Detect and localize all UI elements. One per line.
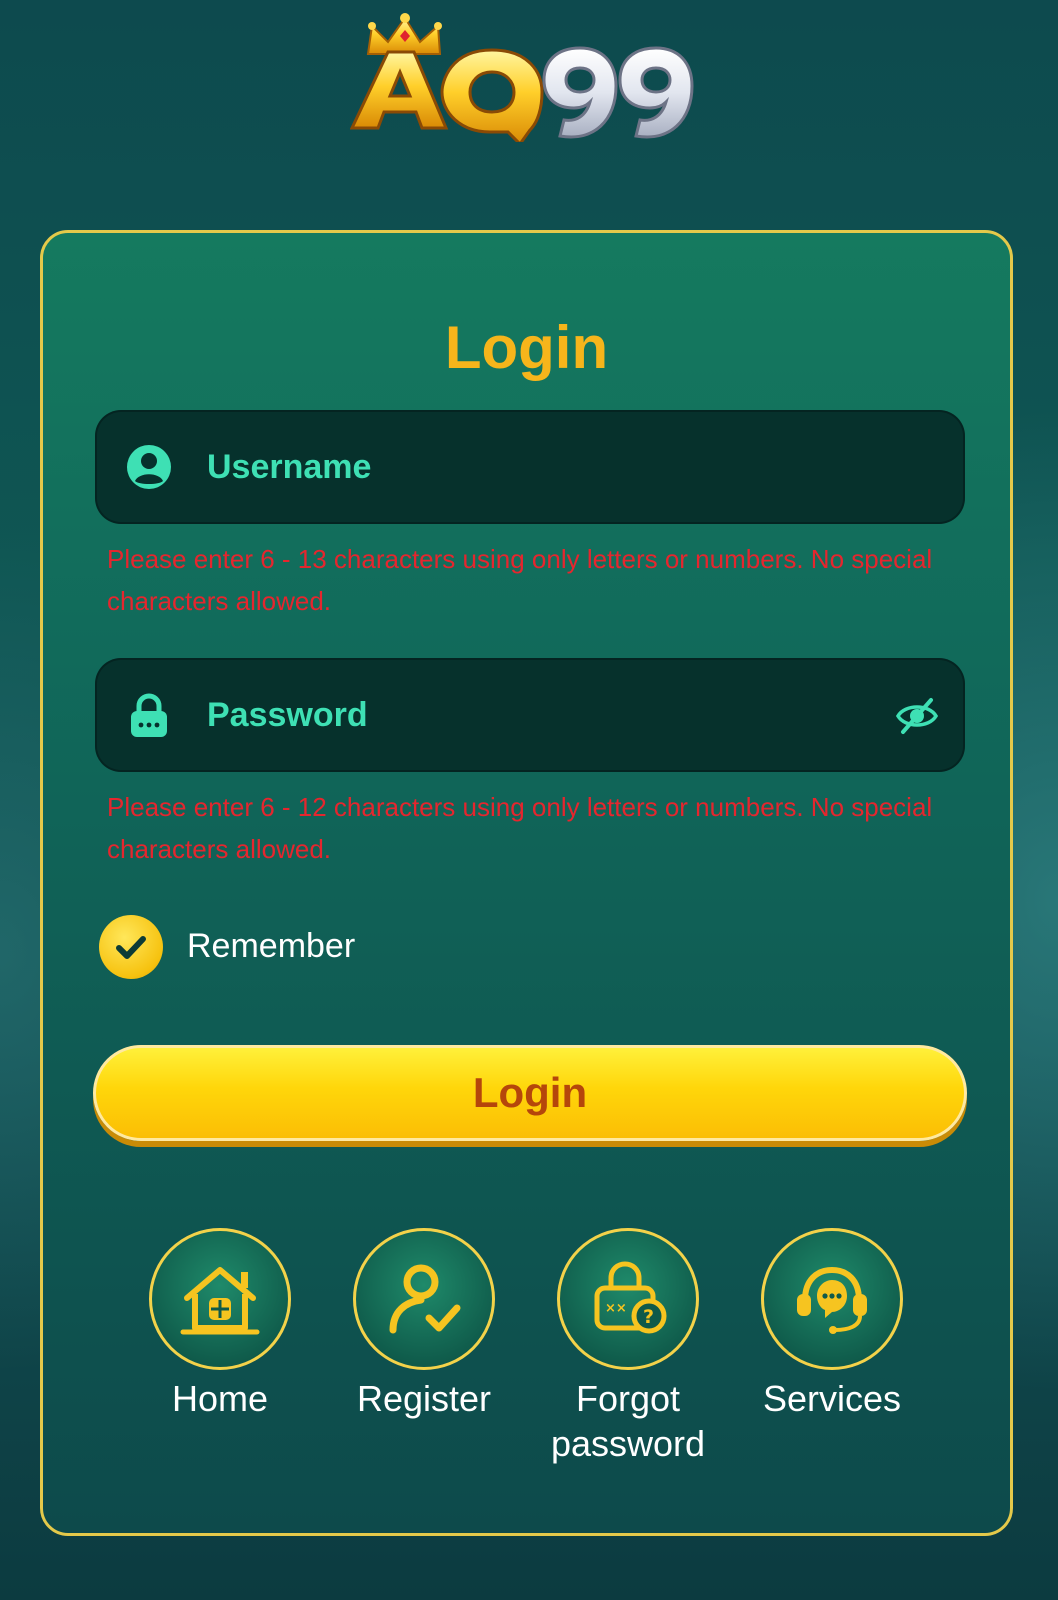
nav-services-circle[interactable] xyxy=(761,1228,903,1370)
login-card: Login Please enter 6 - 13 characters usi… xyxy=(40,230,1013,1536)
register-user-icon xyxy=(389,1264,461,1334)
login-title: Login xyxy=(444,314,609,381)
checkbox-checked-icon[interactable] xyxy=(99,915,163,979)
nav-register-circle[interactable] xyxy=(353,1228,495,1370)
username-input[interactable] xyxy=(207,410,827,524)
nav-forgot-circle[interactable]: ×× ? xyxy=(557,1228,699,1370)
checkmark-icon xyxy=(116,936,146,959)
nav-item-home[interactable]: Home xyxy=(120,1228,320,1421)
remember-label: Remember xyxy=(187,927,356,965)
password-field[interactable] xyxy=(95,658,965,772)
nav-forgot-label: Forgot password xyxy=(550,1378,706,1464)
forgot-password-lock-icon: ×× ? xyxy=(594,1261,667,1334)
nav-item-register[interactable]: Register xyxy=(324,1228,524,1421)
remember-checkbox[interactable]: Remember xyxy=(99,915,439,979)
logo-letters-aq xyxy=(349,48,544,147)
username-error-message: Please enter 6 - 13 characters using onl… xyxy=(107,544,933,616)
nav-home-label: Home xyxy=(171,1378,269,1419)
password-error-message: Please enter 6 - 12 characters using onl… xyxy=(107,792,933,864)
svg-text:?: ? xyxy=(643,1306,654,1328)
eye-off-icon[interactable] xyxy=(895,694,939,738)
crown-icon xyxy=(366,13,442,55)
aq99-logo-graphic xyxy=(349,13,694,147)
password-input[interactable] xyxy=(207,658,827,772)
support-headset-icon xyxy=(797,1266,867,1334)
lock-icon xyxy=(131,693,167,737)
nav-item-services[interactable]: Services xyxy=(732,1228,932,1421)
nav-home-circle[interactable] xyxy=(149,1228,291,1370)
nav-services-label: Services xyxy=(762,1378,902,1419)
user-icon xyxy=(127,445,171,489)
svg-text:××: ×× xyxy=(605,1301,627,1316)
quick-nav: Home Register ×× ? Forgot password Servi… xyxy=(43,1228,1010,1468)
username-field[interactable] xyxy=(95,410,965,524)
logo-digits-99 xyxy=(542,46,694,139)
nav-register-label: Register xyxy=(356,1378,492,1419)
home-icon xyxy=(180,1267,260,1335)
login-button[interactable]: Login xyxy=(93,1045,967,1141)
nav-item-forgot-password[interactable]: ×× ? Forgot password xyxy=(528,1228,728,1466)
brand-logo xyxy=(349,12,700,147)
